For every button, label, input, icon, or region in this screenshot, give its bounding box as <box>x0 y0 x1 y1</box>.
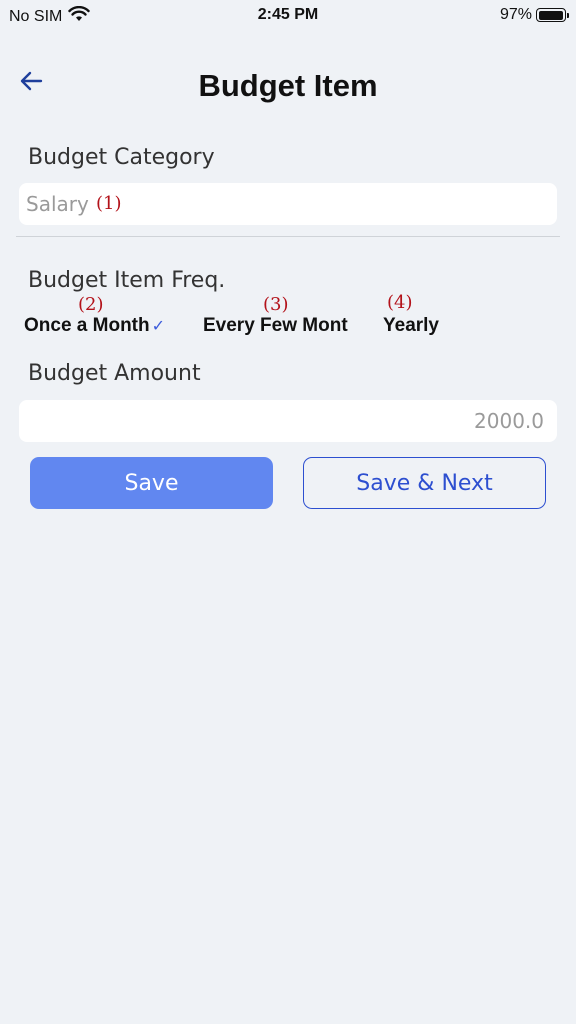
freq-option-yearly[interactable]: Yearly <box>383 315 439 337</box>
category-label: Budget Category <box>28 145 215 170</box>
annotation-3: (3) <box>263 294 289 315</box>
checkmark-icon: ✓ <box>151 318 166 335</box>
annotation-2: (2) <box>78 294 104 315</box>
battery-level <box>538 10 563 20</box>
status-time: 2:45 PM <box>257 6 319 23</box>
battery-group: 97% <box>499 6 569 24</box>
frequency-label: Budget Item Freq. <box>28 268 226 293</box>
annotation-1: (1) <box>96 193 122 214</box>
freq-option-label: Once a Month <box>24 315 150 336</box>
amount-field[interactable]: 2000.0 <box>19 400 557 442</box>
freq-option-once-a-month[interactable]: Once a Month ✓ <box>24 315 165 337</box>
freq-option-label: Every Few Mont <box>203 315 348 336</box>
freq-option-label: Yearly <box>383 315 439 336</box>
page-title: Budget Item <box>198 68 378 103</box>
freq-option-every-few-months[interactable]: Every Few Mont <box>203 315 354 337</box>
save-next-button[interactable]: Save & Next <box>303 457 546 509</box>
status-bar: No SIM 2:45 PM 97% <box>0 0 576 30</box>
battery-icon <box>536 8 569 22</box>
amount-label: Budget Amount <box>28 361 201 386</box>
category-value: Salary <box>26 192 89 216</box>
divider <box>16 236 560 237</box>
battery-percent: 97% <box>499 6 532 23</box>
amount-value: 2000.0 <box>474 409 544 433</box>
save-button[interactable]: Save <box>30 457 273 509</box>
annotation-4: (4) <box>387 292 413 313</box>
